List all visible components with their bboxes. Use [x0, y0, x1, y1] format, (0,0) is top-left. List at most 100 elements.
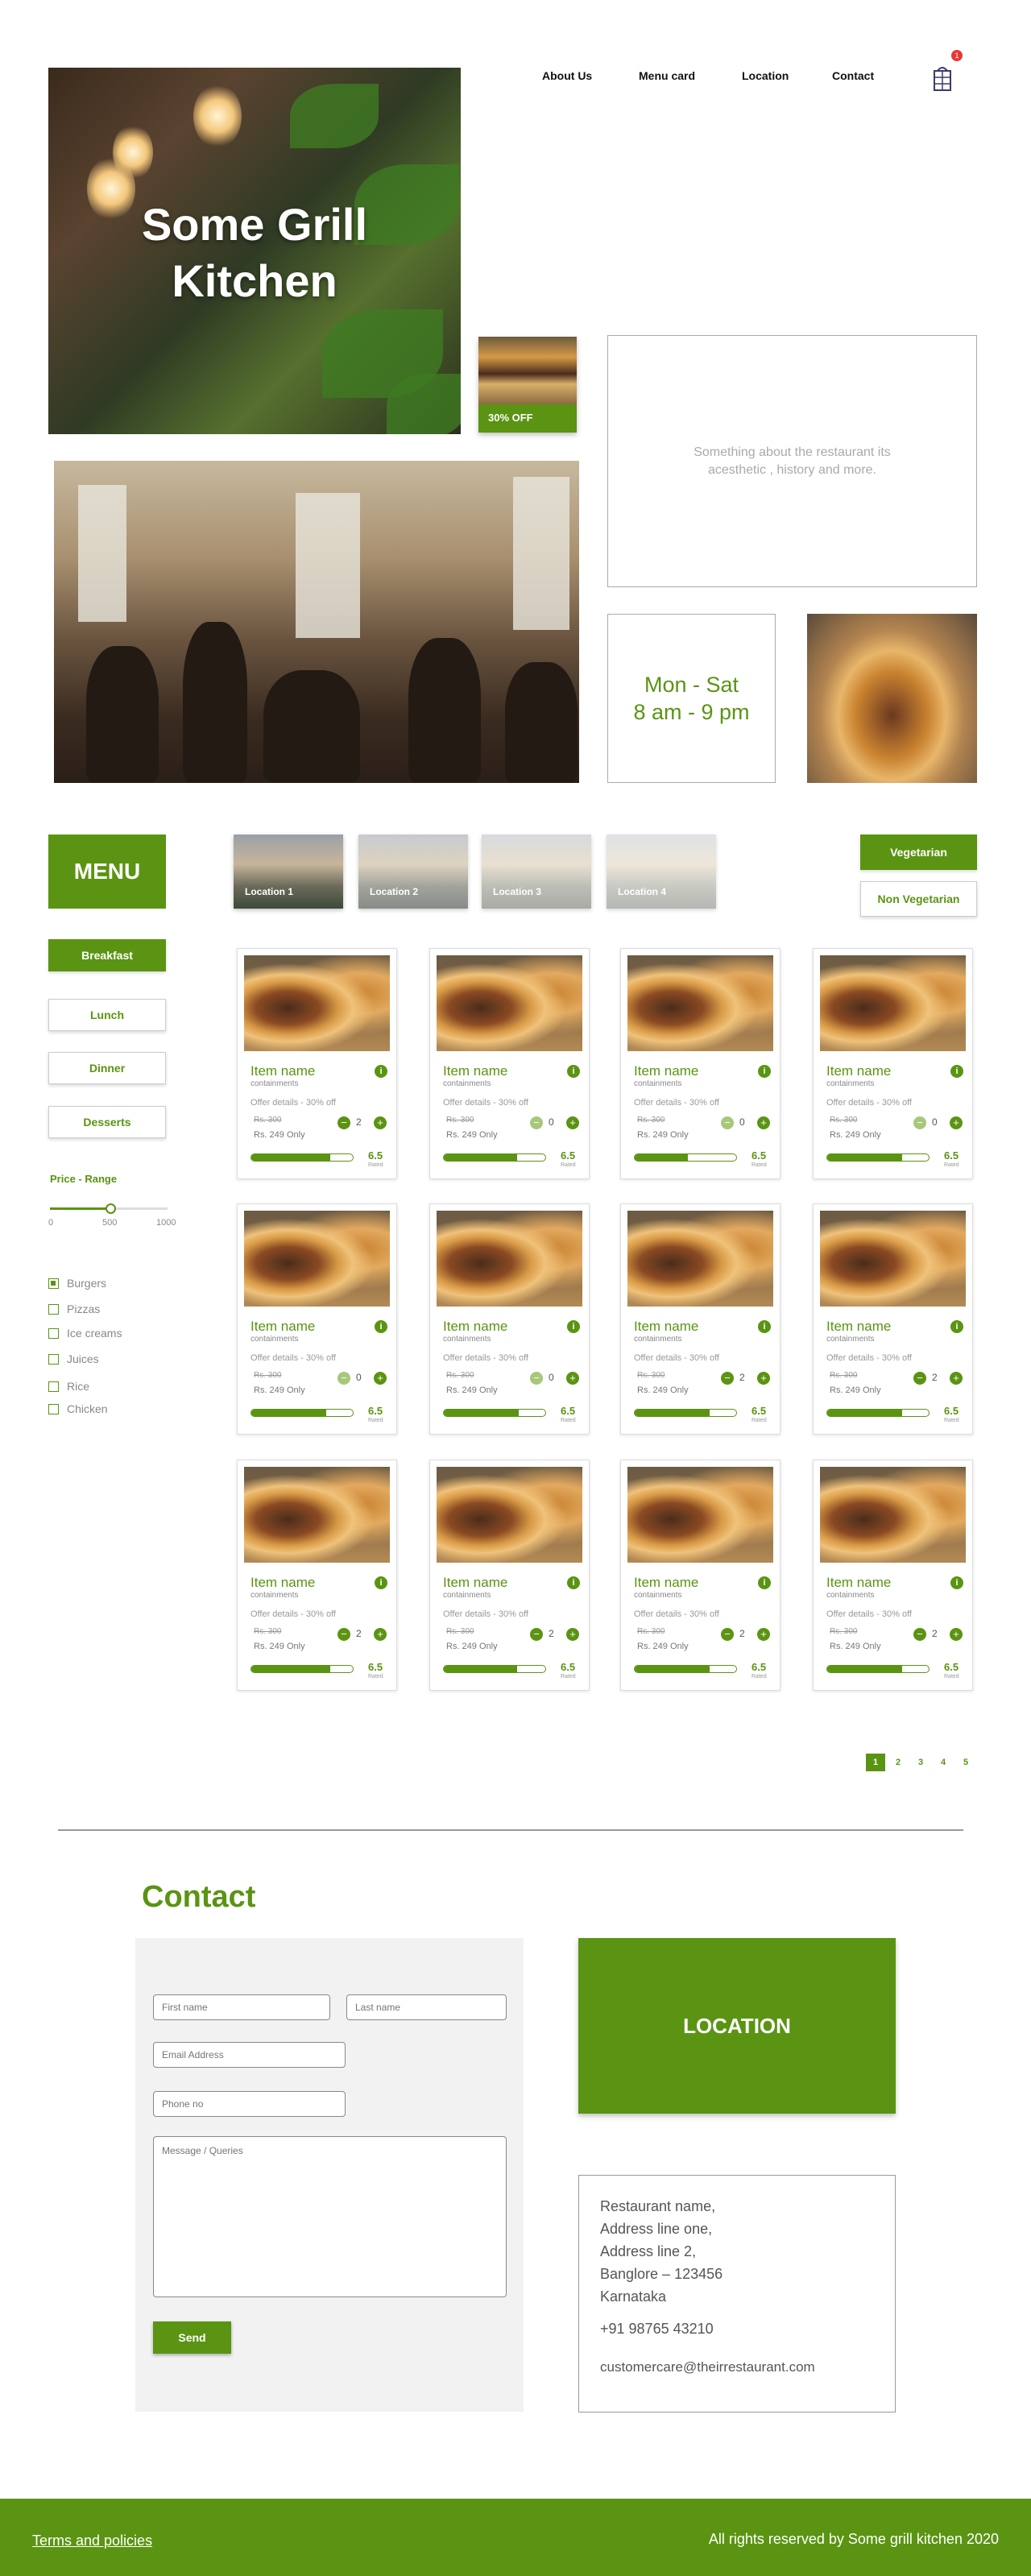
info-icon[interactable]: i	[567, 1576, 580, 1589]
menu-item-card[interactable]: Item name i containments Offer details - 30…	[237, 1203, 397, 1435]
price-slider-handle[interactable]	[106, 1203, 116, 1214]
first-name-input[interactable]	[153, 1994, 330, 2020]
nav-contact[interactable]: Contact	[832, 69, 874, 82]
increase-quantity-button[interactable]: +	[374, 1372, 387, 1385]
vegetarian-button[interactable]: Vegetarian	[860, 835, 977, 870]
checkbox[interactable]	[48, 1327, 59, 1339]
info-icon[interactable]: i	[758, 1320, 771, 1333]
increase-quantity-button[interactable]: +	[757, 1116, 770, 1129]
checkbox-checked[interactable]	[48, 1278, 59, 1289]
decrease-quantity-button[interactable]: −	[337, 1372, 350, 1385]
info-icon[interactable]: i	[758, 1065, 771, 1078]
filter-burgers[interactable]: Burgers	[48, 1277, 106, 1290]
phone-input[interactable]	[153, 2091, 346, 2117]
filter-ice-creams[interactable]: Ice creams	[48, 1327, 122, 1340]
info-icon[interactable]: i	[375, 1065, 387, 1078]
item-image	[820, 1467, 966, 1563]
checkbox[interactable]	[48, 1403, 59, 1414]
category-desserts[interactable]: Desserts	[48, 1106, 166, 1138]
address-card: Restaurant name, Address line one, Addre…	[578, 2175, 896, 2412]
increase-quantity-button[interactable]: +	[950, 1116, 963, 1129]
info-icon[interactable]: i	[375, 1576, 387, 1589]
increase-quantity-button[interactable]: +	[566, 1628, 579, 1641]
promo-card[interactable]: 30% OFF	[478, 337, 577, 433]
location-2-tile[interactable]: Location 2	[358, 835, 468, 909]
decrease-quantity-button[interactable]: −	[721, 1628, 734, 1641]
page-5-button[interactable]: 5	[956, 1754, 975, 1771]
menu-item-card[interactable]: Item name i containments Offer details - 30…	[813, 1460, 973, 1691]
non-vegetarian-button[interactable]: Non Vegetarian	[860, 881, 977, 917]
terms-link[interactable]: Terms and policies	[32, 2533, 152, 2549]
menu-item-card[interactable]: Item name i containments Offer details - 30…	[429, 1460, 590, 1691]
menu-item-card[interactable]: Item name i containments Offer details - 30…	[237, 948, 397, 1179]
menu-item-card[interactable]: Item name i containments Offer details - 30…	[620, 948, 780, 1179]
nav-about-us[interactable]: About Us	[542, 69, 592, 82]
category-breakfast[interactable]: Breakfast	[48, 939, 166, 971]
increase-quantity-button[interactable]: +	[950, 1372, 963, 1385]
menu-item-card[interactable]: Item name i containments Offer details - 30…	[620, 1460, 780, 1691]
decrease-quantity-button[interactable]: −	[913, 1628, 926, 1641]
info-icon[interactable]: i	[758, 1576, 771, 1589]
filter-juices[interactable]: Juices	[48, 1352, 99, 1365]
offer-details: Offer details - 30% off	[826, 1098, 912, 1108]
decrease-quantity-button[interactable]: −	[721, 1372, 734, 1385]
decrease-quantity-button[interactable]: −	[530, 1628, 543, 1641]
decrease-quantity-button[interactable]: −	[721, 1116, 734, 1129]
increase-quantity-button[interactable]: +	[566, 1372, 579, 1385]
checkbox[interactable]	[48, 1381, 59, 1392]
decrease-quantity-button[interactable]: −	[530, 1116, 543, 1129]
info-icon[interactable]: i	[567, 1320, 580, 1333]
send-button[interactable]: Send	[153, 2321, 231, 2354]
page-3-button[interactable]: 3	[911, 1754, 930, 1771]
checkbox[interactable]	[48, 1353, 59, 1365]
increase-quantity-button[interactable]: +	[757, 1628, 770, 1641]
filter-chicken[interactable]: Chicken	[48, 1402, 108, 1415]
decrease-quantity-button[interactable]: −	[530, 1372, 543, 1385]
nav-menu-card[interactable]: Menu card	[639, 69, 695, 82]
menu-item-card[interactable]: Item name i containments Offer details - 30…	[620, 1203, 780, 1435]
category-dinner[interactable]: Dinner	[48, 1052, 166, 1084]
cart-button[interactable]: 1	[932, 50, 963, 93]
menu-item-card[interactable]: Item name i containments Offer details - 30…	[429, 1203, 590, 1435]
location-1-tile[interactable]: Location 1	[234, 835, 343, 909]
info-icon[interactable]: i	[375, 1320, 387, 1333]
old-price: Rs. 300	[637, 1627, 665, 1636]
phone-number[interactable]: +91 98765 43210	[600, 2317, 874, 2340]
decrease-quantity-button[interactable]: −	[337, 1116, 350, 1129]
location-map-button[interactable]: LOCATION	[578, 1938, 896, 2114]
filter-pizzas[interactable]: Pizzas	[48, 1302, 100, 1315]
footer: Terms and policies All rights reserved b…	[0, 2499, 1031, 2576]
location-4-tile[interactable]: Location 4	[607, 835, 716, 909]
category-lunch[interactable]: Lunch	[48, 999, 166, 1031]
decrease-quantity-button[interactable]: −	[337, 1628, 350, 1641]
nav-location[interactable]: Location	[742, 69, 789, 82]
increase-quantity-button[interactable]: +	[374, 1116, 387, 1129]
page-2-button[interactable]: 2	[888, 1754, 908, 1771]
page-1-button[interactable]: 1	[866, 1754, 885, 1771]
location-3-tile[interactable]: Location 3	[482, 835, 591, 909]
menu-item-card[interactable]: Item name i containments Offer details - 30…	[429, 948, 590, 1179]
increase-quantity-button[interactable]: +	[374, 1628, 387, 1641]
menu-item-card[interactable]: Item name i containments Offer details - 30…	[813, 1203, 973, 1435]
menu-item-card[interactable]: Item name i containments Offer details - 30…	[237, 1460, 397, 1691]
menu-item-card[interactable]: Item name i containments Offer details - 30…	[813, 948, 973, 1179]
old-price: Rs. 300	[830, 1116, 858, 1124]
page-4-button[interactable]: 4	[934, 1754, 953, 1771]
item-containments: containments	[634, 1079, 682, 1088]
email-input[interactable]	[153, 2042, 346, 2068]
item-image	[820, 1211, 966, 1307]
last-name-input[interactable]	[346, 1994, 507, 2020]
increase-quantity-button[interactable]: +	[757, 1372, 770, 1385]
message-textarea[interactable]	[153, 2136, 507, 2297]
email-address[interactable]: customercare@theirrestaurant.com	[600, 2356, 874, 2379]
filter-rice[interactable]: Rice	[48, 1380, 89, 1393]
info-icon[interactable]: i	[950, 1320, 963, 1333]
info-icon[interactable]: i	[950, 1576, 963, 1589]
info-icon[interactable]: i	[567, 1065, 580, 1078]
decrease-quantity-button[interactable]: −	[913, 1372, 926, 1385]
decrease-quantity-button[interactable]: −	[913, 1116, 926, 1129]
checkbox[interactable]	[48, 1303, 59, 1315]
increase-quantity-button[interactable]: +	[566, 1116, 579, 1129]
increase-quantity-button[interactable]: +	[950, 1628, 963, 1641]
info-icon[interactable]: i	[950, 1065, 963, 1078]
